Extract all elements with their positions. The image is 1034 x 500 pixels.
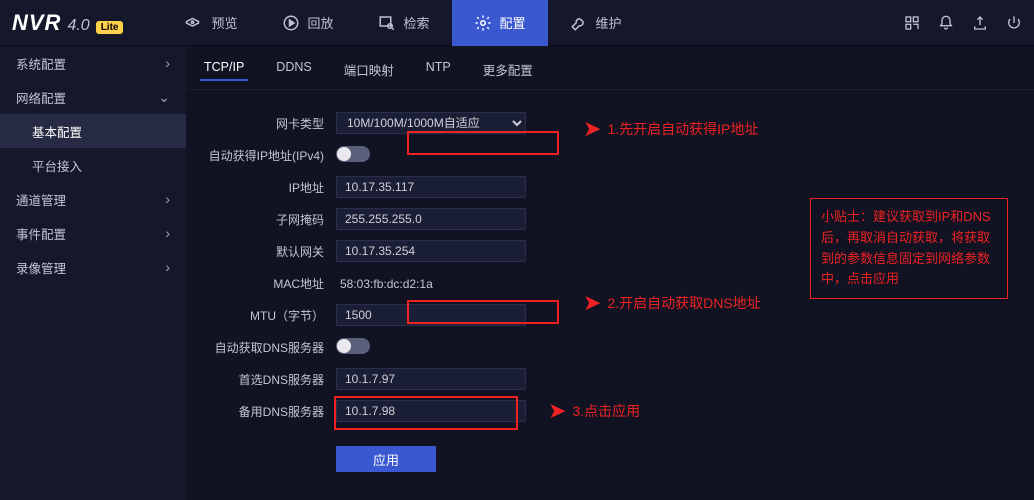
- subtab-portmap[interactable]: 端口映射: [340, 58, 398, 81]
- dhcp-ipv4-label: 自动获得IP地址(IPv4): [196, 147, 336, 164]
- nav-label: 配置: [500, 13, 526, 32]
- dhcp-dns-label: 自动获取DNS服务器: [196, 339, 336, 356]
- sidebar-sub-basic[interactable]: 基本配置: [0, 114, 186, 148]
- logo-version: 4.0: [67, 17, 89, 35]
- subtab-more[interactable]: 更多配置: [479, 58, 537, 81]
- wrench-icon: [570, 14, 588, 32]
- sidebar-sub-label: 平台接入: [32, 156, 82, 175]
- dns1-label: 首选DNS服务器: [196, 371, 336, 388]
- apply-button[interactable]: 应用: [336, 446, 436, 472]
- gear-icon: [474, 14, 492, 32]
- nav-playback[interactable]: 回放: [260, 0, 356, 46]
- nav-preview[interactable]: 预览: [163, 0, 259, 46]
- sidebar-label: 网络配置: [16, 88, 66, 107]
- sidebar-item-network[interactable]: 网络配置 ⌄: [0, 80, 186, 114]
- logo-text: NVR: [12, 10, 61, 36]
- nav-label: 回放: [308, 13, 334, 32]
- subtab-ddns[interactable]: DDNS: [272, 58, 315, 81]
- nav-label: 预览: [211, 13, 237, 32]
- search-icon: [378, 14, 396, 32]
- power-icon[interactable]: [1006, 15, 1022, 31]
- nav-config[interactable]: 配置: [452, 0, 548, 46]
- sidebar-item-event[interactable]: 事件配置 ›: [0, 216, 186, 250]
- qr-icon[interactable]: [904, 15, 920, 31]
- nav-label: 维护: [596, 13, 622, 32]
- sidebar-sub-platform[interactable]: 平台接入: [0, 148, 186, 182]
- export-icon[interactable]: [972, 15, 988, 31]
- mtu-label: MTU（字节）: [196, 307, 336, 324]
- chevron-right-icon: ›: [165, 55, 170, 71]
- mac-value: 58:03:fb:dc:d2:1a: [336, 277, 433, 291]
- play-icon: [282, 14, 300, 32]
- sidebar-label: 通道管理: [16, 190, 66, 209]
- dns2-input[interactable]: [336, 400, 526, 422]
- sidebar-label: 系统配置: [16, 54, 66, 73]
- sidebar-sub-label: 基本配置: [32, 122, 82, 141]
- nav-maintain[interactable]: 维护: [548, 0, 644, 46]
- camera-icon: [185, 14, 203, 32]
- bell-icon[interactable]: [938, 15, 954, 31]
- nav-label: 检索: [404, 13, 430, 32]
- chevron-right-icon: ›: [165, 259, 170, 275]
- ip-label: IP地址: [196, 179, 336, 196]
- mask-input[interactable]: [336, 208, 526, 230]
- chevron-right-icon: ›: [165, 191, 170, 207]
- annotation-step1: ➤ 1.先开启自动获得IP地址: [583, 116, 758, 142]
- logo: NVR 4.0 Lite: [12, 10, 123, 36]
- network-form: 网卡类型 10M/100M/1000M自适应 自动获得IP地址(IPv4) IP…: [186, 90, 746, 474]
- sidebar-item-system[interactable]: 系统配置 ›: [0, 46, 186, 80]
- gateway-label: 默认网关: [196, 243, 336, 260]
- gateway-input[interactable]: [336, 240, 526, 262]
- topbar: NVR 4.0 Lite 预览 回放 检索 配置 维护: [0, 0, 1034, 46]
- arrow-icon: ➤: [548, 398, 566, 424]
- annotation-step3: ➤ 3.点击应用: [548, 398, 640, 424]
- mtu-input[interactable]: [336, 304, 526, 326]
- top-nav: 预览 回放 检索 配置 维护: [163, 0, 643, 46]
- annotation-step2: ➤ 2.开启自动获取DNS地址: [583, 290, 761, 316]
- subtab-ntp[interactable]: NTP: [422, 58, 455, 81]
- nav-search[interactable]: 检索: [356, 0, 452, 46]
- top-icons: [904, 15, 1022, 31]
- sidebar-label: 事件配置: [16, 224, 66, 243]
- dns1-input[interactable]: [336, 368, 526, 390]
- dns2-label: 备用DNS服务器: [196, 403, 336, 420]
- dhcp-dns-toggle[interactable]: [336, 338, 370, 354]
- subtab-tcpip[interactable]: TCP/IP: [200, 58, 248, 81]
- chevron-down-icon: ⌄: [158, 89, 170, 106]
- nic-type-label: 网卡类型: [196, 115, 336, 132]
- mask-label: 子网掩码: [196, 211, 336, 228]
- sidebar-item-record[interactable]: 录像管理 ›: [0, 250, 186, 284]
- logo-badge: Lite: [96, 21, 124, 34]
- nic-type-select[interactable]: 10M/100M/1000M自适应: [336, 112, 526, 134]
- chevron-right-icon: ›: [165, 225, 170, 241]
- ip-input[interactable]: [336, 176, 526, 198]
- sidebar-label: 录像管理: [16, 258, 66, 277]
- annotation-tip: 小贴士：建议获取到IP和DNS后，再取消自动获取，将获取到的参数信息固定到网络参…: [810, 198, 1008, 299]
- arrow-icon: ➤: [583, 116, 601, 142]
- subtabs: TCP/IP DDNS 端口映射 NTP 更多配置: [186, 46, 1034, 90]
- arrow-icon: ➤: [583, 290, 601, 316]
- sidebar-item-channel[interactable]: 通道管理 ›: [0, 182, 186, 216]
- dhcp-ipv4-toggle[interactable]: [336, 146, 370, 162]
- sidebar: 系统配置 › 网络配置 ⌄ 基本配置 平台接入 通道管理 › 事件配置 › 录像…: [0, 46, 186, 500]
- mac-label: MAC地址: [196, 275, 336, 292]
